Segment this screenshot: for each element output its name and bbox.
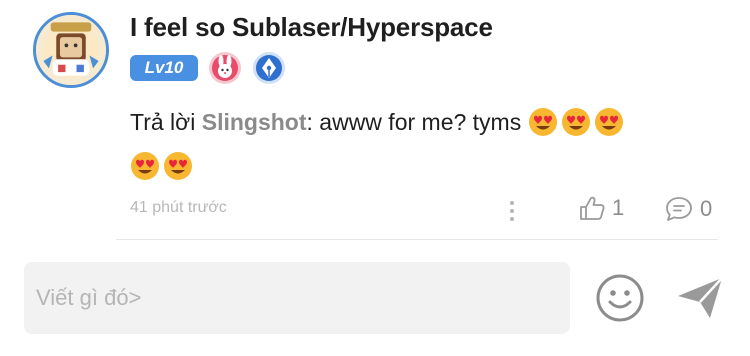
thumbs-up-icon bbox=[578, 194, 606, 222]
heart-eyes-emoji-icon bbox=[528, 107, 558, 137]
comment-input[interactable] bbox=[24, 262, 570, 334]
timestamp: 41 phút trước bbox=[130, 199, 227, 216]
heart-eyes-emoji-icon bbox=[130, 151, 160, 181]
like-button[interactable]: 1 bbox=[578, 194, 624, 222]
divider bbox=[116, 239, 718, 240]
avatar[interactable] bbox=[33, 12, 109, 88]
reply-button[interactable]: 0 bbox=[664, 194, 712, 224]
like-count: 1 bbox=[612, 195, 625, 220]
emoji-picker-button[interactable] bbox=[594, 272, 646, 324]
comment-text: : awww for me? tyms bbox=[306, 109, 528, 135]
comment-content: Trả lời Slingshot: awww for me? tyms bbox=[130, 100, 690, 188]
reply-count: 0 bbox=[700, 196, 713, 221]
pen-nib-badge-icon bbox=[252, 51, 286, 85]
heart-eyes-emoji-icon bbox=[594, 107, 624, 137]
comment-item: I feel so Sublaser/Hyperspace Lv10 Trả l… bbox=[0, 0, 750, 240]
send-icon bbox=[672, 272, 728, 324]
send-button[interactable] bbox=[672, 272, 728, 324]
mention-link[interactable]: Slingshot bbox=[202, 109, 307, 135]
bunny-badge-icon bbox=[208, 51, 242, 85]
username[interactable]: I feel so Sublaser/Hyperspace bbox=[130, 12, 493, 43]
comment-bubble-icon bbox=[664, 194, 694, 224]
level-badge: Lv10 bbox=[130, 55, 198, 81]
smiley-icon bbox=[594, 272, 646, 324]
reply-prefix: Trả lời bbox=[130, 109, 202, 135]
badges-row: Lv10 bbox=[130, 52, 286, 84]
composer-bar bbox=[0, 246, 750, 356]
comment-screen: I feel so Sublaser/Hyperspace Lv10 Trả l… bbox=[0, 0, 750, 356]
avatar-illustration bbox=[36, 15, 106, 85]
heart-eyes-emoji-icon bbox=[561, 107, 591, 137]
heart-eyes-emoji-icon bbox=[163, 151, 193, 181]
more-options-icon[interactable] bbox=[506, 198, 518, 224]
